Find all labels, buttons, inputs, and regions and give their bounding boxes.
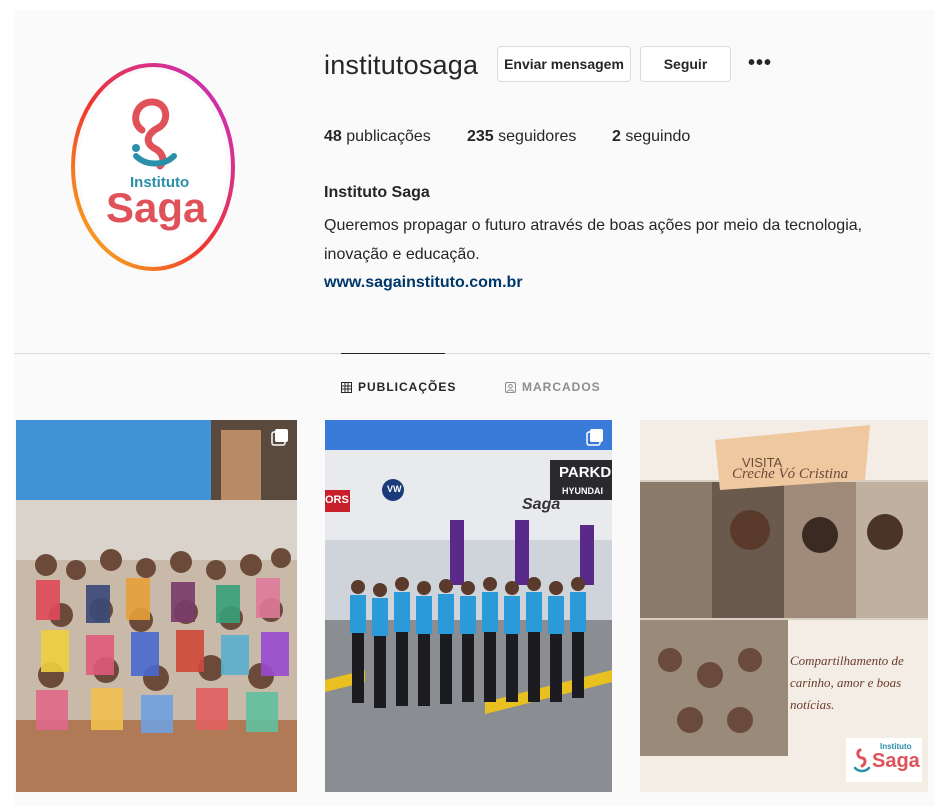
post-thumbnail[interactable]: VISITA Creche Vó Cristina Compartilhamen… [640,420,928,792]
caption-line-2: carinho, amor e boas [790,675,902,690]
saga-logo-small-bottom: Saga [872,750,920,772]
posts-count: 48 [324,128,342,145]
active-tab-indicator [341,353,445,354]
caption-line-3: notícias. [790,697,835,712]
more-options-icon[interactable]: ••• [748,52,772,75]
bio-text: Queremos propagar o futuro através de bo… [324,217,863,263]
posts-count-stat: 48 publicações [324,128,431,146]
visit-creche-name: Creche Vó Cristina [732,466,849,482]
tab-tagged[interactable]: MARCADOS [505,380,601,394]
followers-label: seguidores [498,128,577,145]
following-count: 2 [612,128,621,145]
post-image-children-group [16,420,297,792]
tagged-icon [505,381,516,393]
post-thumbnail[interactable] [16,420,297,792]
sign-park: PARKDES [559,464,612,481]
followers-stat[interactable]: 235 seguidores [467,128,576,146]
sign-hyundai: HYUNDAI [562,486,604,496]
sign-ors: ORS [325,494,349,506]
tab-posts-label: PUBLICAÇÕES [358,380,457,394]
following-stat[interactable]: 2 seguindo [612,128,690,146]
post-thumbnail[interactable]: ORS VW Saga PARKDES HYUNDAI [325,420,612,792]
website-link[interactable]: www.sagainstituto.com.br [324,274,523,292]
caption-line-1: Compartilhamento de [790,653,904,668]
grid-icon [341,381,352,393]
tabs-divider [14,353,930,354]
caption-block: Compartilhamento de carinho, amor e boas… [790,650,925,716]
follow-button[interactable]: Seguir [640,46,731,82]
posts-label: publicações [346,128,431,145]
username: institutosaga [324,50,479,80]
profile-avatar[interactable]: Instituto Saga [70,62,236,272]
followers-count: 235 [467,128,494,145]
carousel-icon [271,429,288,446]
tab-posts[interactable]: PUBLICAÇÕES [341,380,456,394]
full-name: Instituto Saga [324,184,430,201]
saga-logo-small: Instituto Saga [846,738,922,782]
tab-tagged-label: MARCADOS [522,380,601,394]
saga-mark-icon [853,748,871,773]
carousel-icon [586,429,603,446]
sign-saga: Saga [522,496,561,513]
sign-vw: VW [387,484,402,494]
send-message-button[interactable]: Enviar mensagem [497,46,631,82]
following-label: seguindo [625,128,691,145]
avatar-logo-bottom: Saga [106,184,207,231]
